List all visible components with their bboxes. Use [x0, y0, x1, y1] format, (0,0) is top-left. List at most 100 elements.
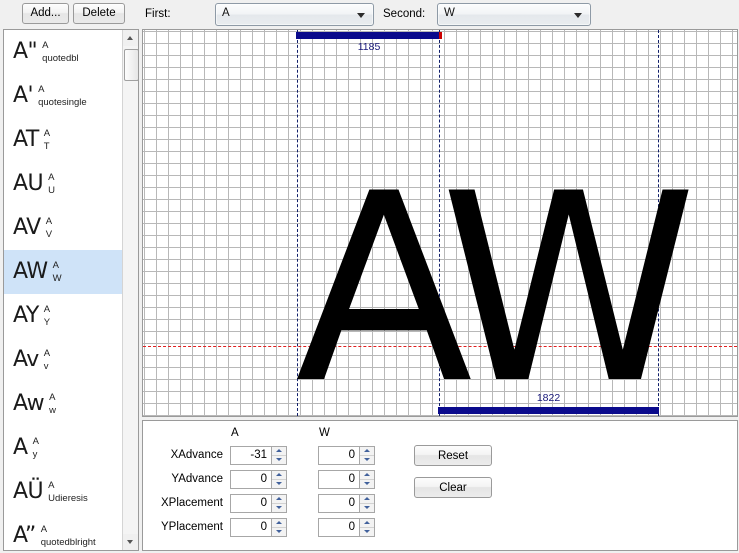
xplacement-second-stepper[interactable]: 0 — [318, 494, 375, 513]
pair-glyphs: A" — [13, 39, 38, 64]
stepper-buttons[interactable] — [359, 446, 375, 465]
stepper-up-icon[interactable] — [360, 447, 374, 456]
stepper-down-icon[interactable] — [272, 504, 286, 512]
list-item[interactable]: AAy — [4, 426, 122, 470]
xplacement-first-value[interactable]: 0 — [230, 494, 271, 513]
first-glyph-label: First: — [145, 8, 171, 20]
scrollbar-thumb[interactable] — [124, 49, 138, 81]
stepper-down-icon[interactable] — [360, 480, 374, 488]
pair-glyphs: Av — [13, 347, 39, 372]
yplacement-first-value[interactable]: 0 — [230, 518, 271, 537]
pair-second-name: v — [43, 360, 49, 372]
yplacement-first-stepper[interactable]: 0 — [230, 518, 287, 537]
stepper-up-icon[interactable] — [360, 519, 374, 528]
column-header-first: A — [231, 427, 239, 439]
add-button[interactable]: Add... — [22, 3, 69, 24]
list-item[interactable]: A" Aquotedbl — [4, 30, 122, 74]
pair-first-name: A — [49, 391, 56, 403]
pair-first-name: A — [43, 303, 51, 315]
first-advance-value: 1185 — [357, 41, 381, 53]
yadvance-first-value[interactable]: 0 — [230, 470, 271, 489]
list-item[interactable]: AÜ A Udieresis — [4, 470, 122, 514]
list-item[interactable]: AW A W — [4, 250, 122, 294]
pair-first-name: A — [40, 523, 48, 535]
clear-button[interactable]: Clear — [414, 477, 492, 498]
stepper-up-icon[interactable] — [360, 471, 374, 480]
stepper-buttons[interactable] — [359, 494, 375, 513]
column-header-second: W — [319, 427, 330, 439]
stepper-down-icon[interactable] — [360, 504, 374, 512]
stepper-up-icon[interactable] — [272, 471, 286, 480]
pair-first-name: A — [43, 347, 51, 359]
stepper-up-icon[interactable] — [272, 495, 286, 504]
yadvance-second-value[interactable]: 0 — [318, 470, 359, 489]
stepper-down-icon[interactable] — [360, 456, 374, 464]
second-glyph-render: W — [440, 139, 698, 417]
xadvance-first-stepper[interactable]: -31 — [230, 446, 287, 465]
list-item[interactable]: Aw Aw — [4, 382, 122, 426]
pair-glyphs: AÜ — [13, 479, 44, 504]
second-glyph-select-value: W — [444, 7, 455, 19]
xadvance-second-value[interactable]: 0 — [318, 446, 359, 465]
kerning-pair-list[interactable]: A" Aquotedbl A' Aquotesingle AT A T AU A U AV A V AW A… — [3, 29, 139, 551]
list-item[interactable]: A” Aquotedblright — [4, 514, 122, 550]
pair-glyphs: A — [13, 435, 28, 460]
pair-first-name: A — [52, 259, 59, 271]
delete-button[interactable]: Delete — [73, 3, 125, 24]
first-glyph-select-value: A — [222, 7, 230, 19]
kerning-pair-editor-window: Add... Delete First: A Second: W A" Aquot… — [0, 0, 739, 553]
stepper-buttons[interactable] — [359, 518, 375, 537]
reset-button[interactable]: Reset — [414, 445, 492, 466]
pair-glyphs: AY — [13, 303, 39, 328]
list-item[interactable]: Av Av — [4, 338, 122, 382]
stepper-buttons[interactable] — [359, 470, 375, 489]
pair-first-name: A — [45, 215, 53, 227]
glyph-preview-canvas[interactable]: 1185 1822 A W — [142, 29, 738, 417]
second-glyph-select[interactable]: W — [437, 3, 591, 26]
stepper-buttons[interactable] — [271, 494, 287, 513]
first-glyph-select[interactable]: A — [215, 3, 374, 26]
scroll-up-arrow-icon[interactable] — [123, 30, 138, 46]
pair-names: Ay — [33, 436, 39, 461]
pair-names: AT — [44, 128, 50, 153]
scroll-down-arrow-icon[interactable] — [123, 534, 138, 550]
stepper-down-icon[interactable] — [272, 480, 286, 488]
xadvance-label: XAdvance — [170, 449, 223, 461]
yplacement-second-stepper[interactable]: 0 — [318, 518, 375, 537]
pair-first-name: A — [38, 83, 45, 95]
list-item[interactable]: A' Aquotesingle — [4, 74, 122, 118]
yadvance-label: YAdvance — [171, 473, 223, 485]
stepper-down-icon[interactable] — [360, 528, 374, 536]
pair-first-name: A — [43, 127, 51, 139]
xadvance-second-stepper[interactable]: 0 — [318, 446, 375, 465]
pair-glyphs: A” — [13, 523, 36, 548]
pair-second-name: U — [48, 184, 56, 196]
pair-list-scrollbar[interactable] — [122, 30, 138, 550]
pair-second-name: quotesingle — [38, 96, 87, 108]
stepper-up-icon[interactable] — [272, 519, 286, 528]
pair-names: Aquotesingle — [38, 84, 87, 109]
stepper-up-icon[interactable] — [272, 447, 286, 456]
list-item[interactable]: AU A U — [4, 162, 122, 206]
xadvance-first-value[interactable]: -31 — [230, 446, 271, 465]
stepper-buttons[interactable] — [271, 518, 287, 537]
pair-names: Aquotedblright — [41, 524, 96, 549]
stepper-buttons[interactable] — [271, 470, 287, 489]
yadvance-first-stepper[interactable]: 0 — [230, 470, 287, 489]
stepper-buttons[interactable] — [271, 446, 287, 465]
stepper-down-icon[interactable] — [272, 456, 286, 464]
yadvance-second-stepper[interactable]: 0 — [318, 470, 375, 489]
list-item[interactable]: AV A V — [4, 206, 122, 250]
pair-first-name: A — [48, 171, 55, 183]
xplacement-first-stepper[interactable]: 0 — [230, 494, 287, 513]
xplacement-second-value[interactable]: 0 — [318, 494, 359, 513]
list-item[interactable]: AT A T — [4, 118, 122, 162]
kerning-pair-list-items: A" Aquotedbl A' Aquotesingle AT A T AU A U AV A V AW A… — [4, 30, 122, 550]
stepper-up-icon[interactable] — [360, 495, 374, 504]
pair-second-name: V — [45, 228, 53, 240]
stepper-down-icon[interactable] — [272, 528, 286, 536]
pair-names: Aw — [49, 392, 56, 417]
list-item[interactable]: AY A Y — [4, 294, 122, 338]
yplacement-second-value[interactable]: 0 — [318, 518, 359, 537]
pair-glyphs: A' — [13, 83, 34, 108]
